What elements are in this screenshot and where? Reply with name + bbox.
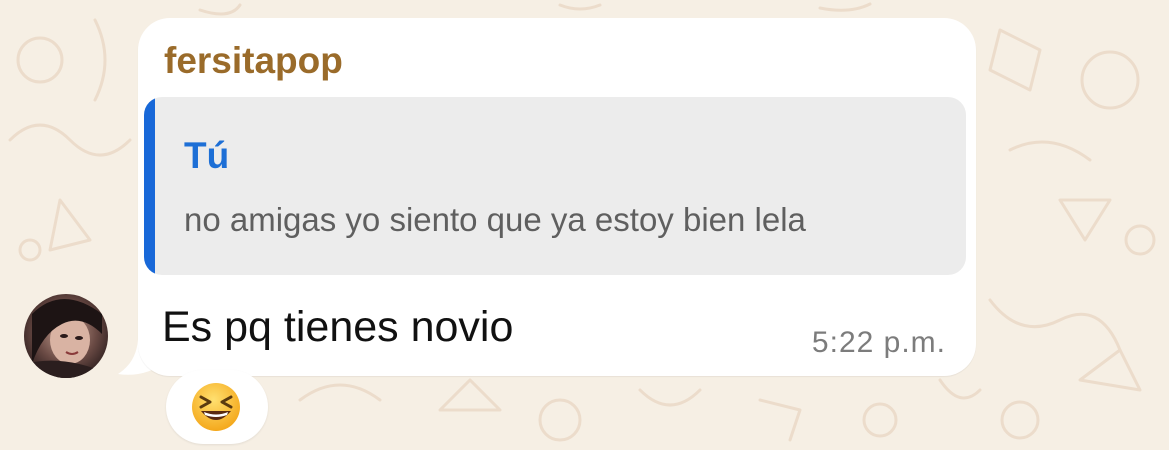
quoted-reply[interactable]: Tú no amigas yo siento que ya estoy bien… — [144, 97, 966, 275]
grinning-squinting-face-icon — [192, 383, 240, 431]
sender-name[interactable]: fersitapop — [164, 40, 343, 82]
quote-accent-bar — [144, 97, 155, 275]
message-bubble[interactable]: fersitapop Tú no amigas yo siento que ya… — [138, 18, 976, 376]
profile-photo — [24, 294, 108, 378]
message-timestamp: 5:22 p.m. — [811, 326, 946, 359]
quoted-author: Tú — [184, 135, 230, 176]
reaction-pill[interactable] — [166, 370, 268, 444]
avatar[interactable] — [24, 294, 108, 378]
message-text: Es pq tienes novio — [162, 303, 514, 351]
quoted-text: no amigas yo siento que ya estoy bien le… — [184, 201, 806, 238]
